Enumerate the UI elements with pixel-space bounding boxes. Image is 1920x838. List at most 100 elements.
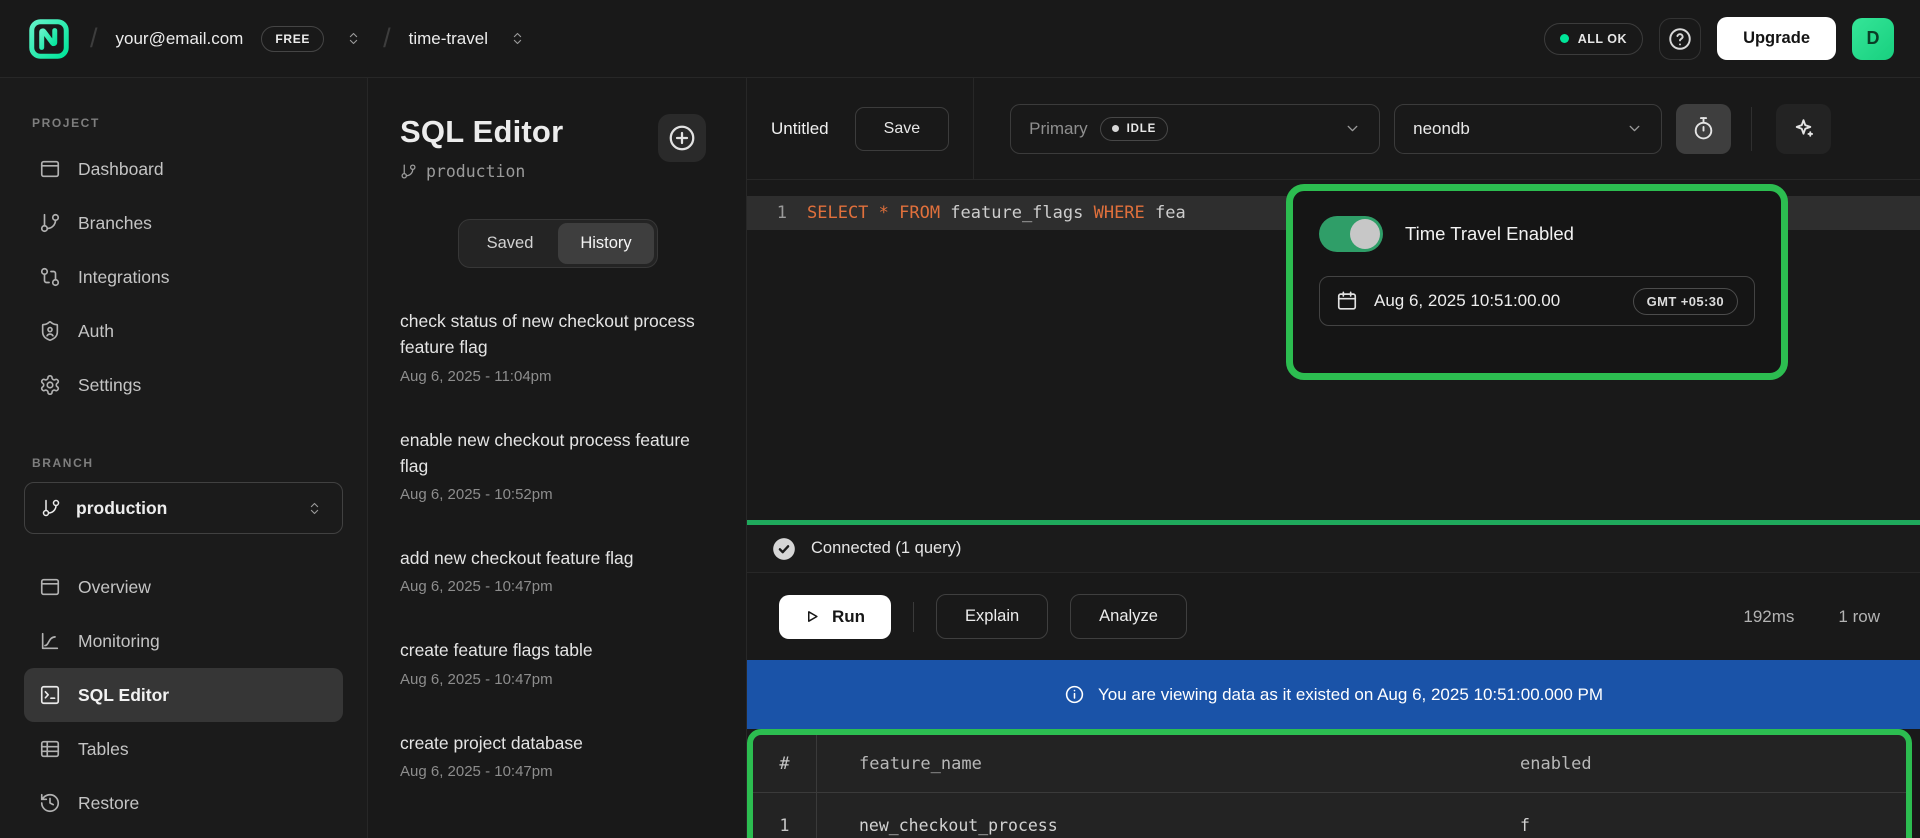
chevrons-up-down-icon [303,496,326,521]
sidebar-item-restore[interactable]: Restore [24,776,343,830]
compute-status-pill: IDLE [1100,117,1168,141]
time-travel-banner: You are viewing data as it existed on Au… [747,660,1920,729]
history-item[interactable]: add new checkout feature flag Aug 6, 202… [400,545,706,595]
sidebar-item-tables[interactable]: Tables [24,722,343,776]
actions-divider [913,602,914,632]
sidebar-item-label: Monitoring [78,631,160,652]
column-header-feature-name[interactable]: feature_name [817,735,1520,792]
gear-icon [39,374,61,396]
time-travel-toggle[interactable] [1319,216,1383,252]
help-button[interactable] [1659,18,1701,60]
sidebar-item-integrations[interactable]: Integrations [24,250,343,304]
sidebar-item-settings[interactable]: Settings [24,358,343,412]
sidebar-item-branches[interactable]: Branches [24,196,343,250]
history-item[interactable]: create project database Aug 6, 2025 - 10… [400,730,706,780]
user-avatar[interactable]: D [1852,18,1894,60]
sidebar-item-monitoring[interactable]: Monitoring [24,614,343,668]
plan-badge: FREE [261,26,324,52]
sql-keyword: SELECT * FROM [807,203,940,223]
history-item[interactable]: check status of new checkout process fea… [400,308,706,385]
compute-selector[interactable]: Primary IDLE [1010,104,1380,154]
tab-history[interactable]: History [558,223,654,264]
timezone-badge: GMT +05:30 [1633,288,1738,315]
query-actions-bar: Run Explain Analyze 192ms 1 row [747,573,1920,660]
run-button-label: Run [832,607,865,627]
sql-identifier: fea [1145,203,1186,223]
status-dot-icon [1560,34,1569,43]
git-branch-icon [400,163,417,180]
history-item-title: create feature flags table [400,637,706,663]
editor-toolbar: Untitled Save Primary IDLE neondb [747,78,1920,180]
tab-saved[interactable]: Saved [462,223,558,264]
sidebar-item-auth[interactable]: Auth [24,304,343,358]
sidebar-item-sql-editor[interactable]: SQL Editor [24,668,343,722]
new-query-button[interactable] [658,114,706,162]
history-item-time: Aug 6, 2025 - 10:47pm [400,578,706,595]
sidebar-item-label: Tables [78,739,129,760]
sidebar-item-dashboard[interactable]: Dashboard [24,142,343,196]
sidebar-item-label: Integrations [78,267,169,288]
time-travel-button[interactable] [1676,104,1731,154]
history-item-title: create project database [400,730,706,756]
git-branch-icon [39,212,61,234]
column-header-index[interactable]: # [753,735,817,792]
time-travel-popup: Time Travel Enabled Aug 6, 2025 10:51:00… [1286,184,1788,380]
ai-assistant-button[interactable] [1776,104,1831,154]
toolbar-divider [1751,107,1752,151]
status-pill[interactable]: ALL OK [1544,23,1643,55]
dashboard-icon [39,158,61,180]
query-history-list: check status of new checkout process fea… [400,308,706,780]
sparkles-icon [1791,116,1816,141]
analyze-button[interactable]: Analyze [1070,594,1187,639]
cell-row-index: 1 [753,793,817,838]
account-switcher-chevrons-icon[interactable] [342,26,365,51]
sidebar-item-label: Restore [78,793,139,814]
project-switcher-chevrons-icon[interactable] [506,26,529,51]
terminal-square-icon [39,684,61,706]
play-icon [805,608,820,625]
results-table: # feature_name enabled 1 new_checkout_pr… [747,729,1912,838]
breadcrumb-separator: / [90,23,98,54]
panel-title: SQL Editor [400,114,563,150]
table-icon [39,738,61,760]
run-button[interactable]: Run [779,595,891,639]
sidebar-item-overview[interactable]: Overview [24,560,343,614]
sql-editor-panel: SQL Editor production Saved History chec… [368,78,747,838]
explain-button[interactable]: Explain [936,594,1048,639]
history-item[interactable]: create feature flags table Aug 6, 2025 -… [400,637,706,687]
query-duration: 192ms [1743,607,1794,627]
top-bar: / your@email.com FREE / time-travel ALL … [0,0,1920,78]
save-button[interactable]: Save [855,107,949,151]
neon-console: / your@email.com FREE / time-travel ALL … [0,0,1920,838]
database-selector-value: neondb [1413,119,1470,139]
project-name[interactable]: time-travel [409,29,488,49]
line-number: 1 [747,203,807,223]
compute-status-label: IDLE [1127,123,1156,135]
saved-history-tabs: Saved History [458,219,658,268]
sidebar-item-label: Dashboard [78,159,164,180]
history-item[interactable]: enable new checkout process feature flag… [400,427,706,504]
history-clock-icon [39,792,61,814]
history-item-title: enable new checkout process feature flag [400,427,706,480]
query-tab-name[interactable]: Untitled [771,119,829,139]
account-email[interactable]: your@email.com [116,29,244,49]
shield-user-icon [39,320,61,342]
sidebar-item-label: Auth [78,321,114,342]
upgrade-button[interactable]: Upgrade [1717,17,1836,60]
results-table-header: # feature_name enabled [753,735,1906,793]
sidebar-item-label: Overview [78,577,151,598]
history-item-time: Aug 6, 2025 - 10:47pm [400,671,706,688]
table-row[interactable]: 1 new_checkout_process f [753,793,1906,838]
datetime-value: Aug 6, 2025 10:51:00.00 [1374,291,1560,311]
column-header-enabled[interactable]: enabled [1520,735,1906,792]
sidebar-item-label: Settings [78,375,141,396]
time-travel-datetime-input[interactable]: Aug 6, 2025 10:51:00.00 GMT +05:30 [1319,276,1755,326]
chevron-down-icon [1626,120,1643,137]
database-selector[interactable]: neondb [1394,104,1662,154]
row-count: 1 row [1838,607,1880,627]
connection-status-bar: Connected (1 query) [747,525,1920,573]
neon-logo[interactable] [26,16,72,62]
branch-selector[interactable]: production [24,482,343,534]
project-section-label: PROJECT [32,116,343,130]
sql-keyword: WHERE [1094,203,1145,223]
